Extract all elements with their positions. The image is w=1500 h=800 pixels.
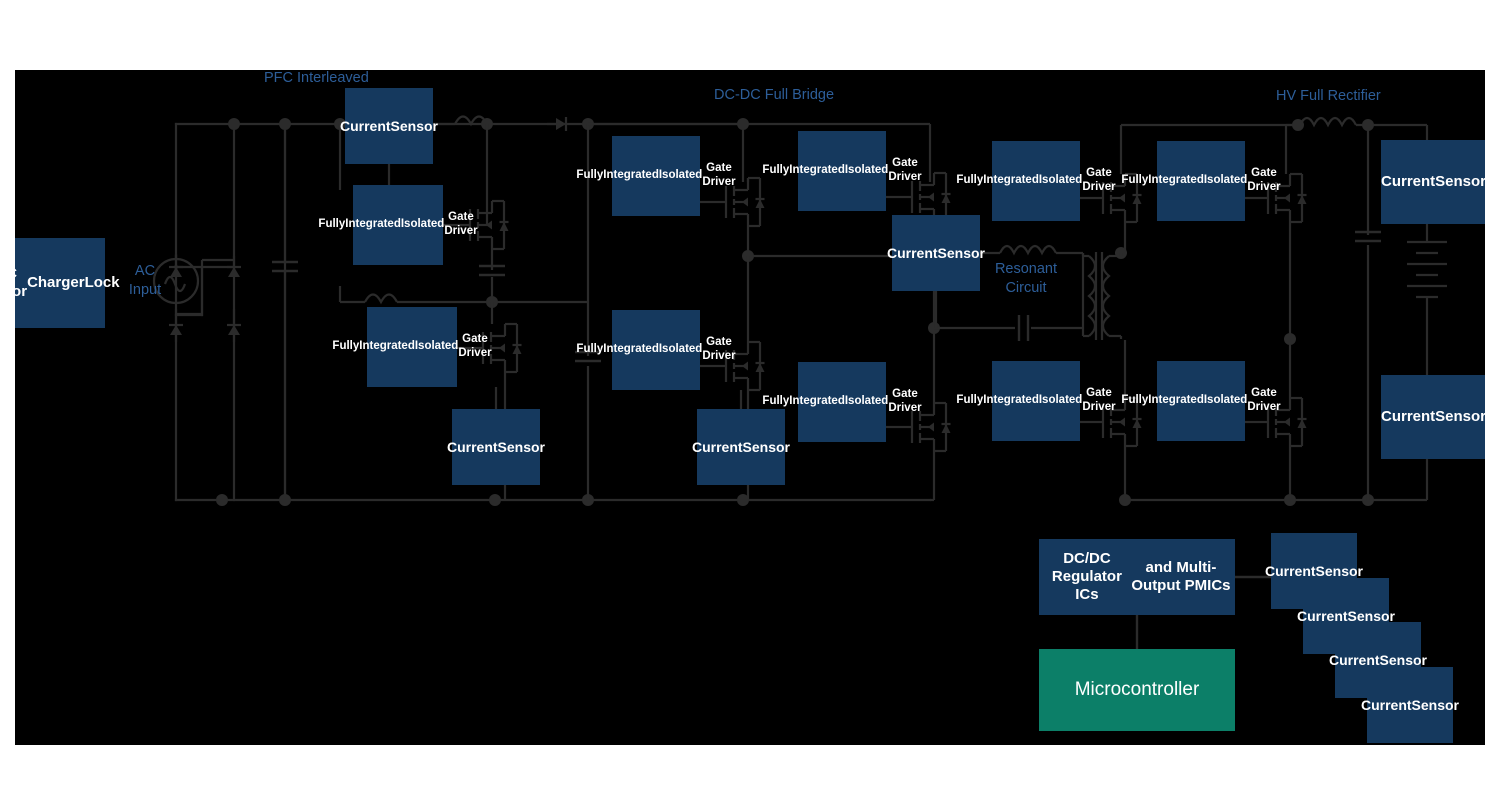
resonant-capacitor	[1017, 313, 1030, 343]
block-current-sensor-pfc-bottom[interactable]: Current Sensor	[447, 409, 545, 485]
battery-symbol	[1405, 240, 1449, 299]
junction-dot	[737, 118, 749, 130]
block-current-sensor-pfc-top[interactable]: Current Sensor	[340, 88, 438, 164]
block-gate-driver-hv-bottom-right[interactable]: Fully Integrated Isolated Gate Driver	[1121, 361, 1281, 441]
junction-dot	[489, 494, 501, 506]
junction-dot	[279, 118, 291, 130]
block-current-sensor-fb-bottom[interactable]: Current Sensor	[692, 409, 790, 485]
resonant-inductor	[998, 244, 1058, 255]
pfc-inductor-b	[363, 293, 399, 304]
block-current-sensor-stack-4[interactable]: Current Sensor	[1361, 667, 1459, 743]
stage-label-pfc: PFC Interleaved	[264, 70, 369, 86]
junction-dot	[216, 494, 228, 506]
resonant-label-line2: Circuit	[1005, 279, 1047, 296]
ac-input-label-line2: Input	[128, 281, 162, 298]
transformer-symbol	[1081, 252, 1123, 340]
block-current-sensor-output-top[interactable]: Current Sensor	[1381, 140, 1485, 224]
block-gate-driver-fb-top-left[interactable]: Fully Integrated Isolated Gate Driver	[576, 136, 736, 216]
junction-dot	[279, 494, 291, 506]
stage-label-hv-rectifier: HV Full Rectifier	[1276, 88, 1381, 104]
ac-input-label-line1: AC	[134, 263, 156, 279]
bridge-diode-3	[167, 312, 185, 344]
block-gate-driver-fb-top-right[interactable]: Fully Integrated Isolated Gate Driver	[762, 131, 922, 211]
resonant-circuit-label: Resonant Circuit	[983, 260, 1069, 298]
junction-dot	[1292, 119, 1304, 131]
block-gate-driver-hv-bottom-left[interactable]: Fully Integrated Isolated Gate Driver	[956, 361, 1116, 441]
block-current-sensor-fb-mid[interactable]: Current Sensor	[887, 215, 985, 291]
block-dc-motor-charger-lock[interactable]: DC MotorChargerLock	[15, 238, 120, 328]
block-gate-driver-fb-bottom-right[interactable]: Fully Integrated Isolated Gate Driver	[762, 362, 922, 442]
junction-dot	[737, 494, 749, 506]
block-gate-driver-pfc-top[interactable]: Fully Integrated Isolated Gate Driver	[318, 185, 478, 265]
junction-dot	[228, 118, 240, 130]
block-gate-driver-hv-top-right[interactable]: Fully Integrated Isolated Gate Driver	[1121, 141, 1281, 221]
ac-input-label: AC Input	[119, 262, 171, 300]
block-dcdc-regulator-pmic[interactable]: DC/DC Regulator ICs and Multi-Output PMIC…	[1039, 539, 1235, 615]
stage-label-dcdc: DC-DC Full Bridge	[714, 87, 835, 103]
pfc-diode-a	[545, 115, 581, 133]
schematic-canvas: PFC Interleaved DC-DC Full Bridge HV Ful…	[15, 70, 1485, 745]
junction-dot	[1284, 494, 1296, 506]
diagram-stage: PFC Interleaved DC-DC Full Bridge HV Ful…	[0, 0, 1500, 800]
block-current-sensor-output-bottom[interactable]: Current Sensor	[1381, 375, 1485, 459]
block-gate-driver-hv-top-left[interactable]: Fully Integrated Isolated Gate Driver	[956, 141, 1116, 221]
block-gate-driver-pfc-bottom[interactable]: Fully Integrated Isolated Gate Driver	[332, 307, 492, 387]
block-microcontroller[interactable]: Microcontroller	[1039, 649, 1235, 731]
junction-dot	[1284, 333, 1296, 345]
bridge-diode-4	[225, 312, 243, 344]
junction-dot	[1362, 119, 1374, 131]
junction-dot	[1119, 494, 1131, 506]
block-gate-driver-fb-bottom-left[interactable]: Fully Integrated Isolated Gate Driver	[576, 310, 736, 390]
output-inductor	[1298, 116, 1358, 127]
resonant-label-line1: Resonant	[994, 261, 1058, 277]
